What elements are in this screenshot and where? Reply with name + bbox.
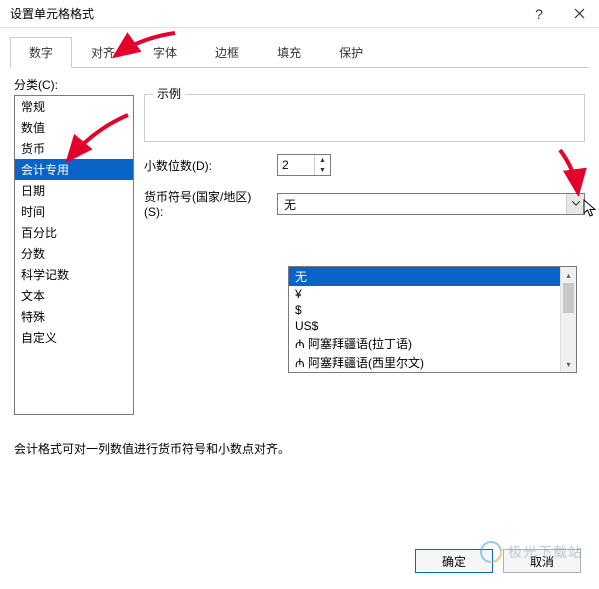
category-item-accounting[interactable]: 会计专用 [15, 159, 133, 180]
category-item-currency[interactable]: 货币 [15, 138, 133, 159]
dropdown-item-none[interactable]: 无 [289, 267, 576, 286]
category-label: 分类(C): [14, 76, 134, 93]
sample-label: 示例 [153, 85, 185, 102]
currency-symbol-combo[interactable]: 无 [277, 193, 585, 215]
close-button[interactable] [559, 0, 599, 28]
tab-bar: 数字 对齐 字体 边框 填充 保护 [10, 36, 589, 68]
close-icon [574, 8, 585, 19]
category-listbox[interactable]: 常规 数值 货币 会计专用 日期 时间 百分比 分数 科学记数 文本 特殊 自定… [14, 95, 134, 415]
format-description: 会计格式可对一列数值进行货币符号和小数点对齐。 [14, 440, 290, 457]
currency-symbol-value: 无 [278, 194, 566, 214]
dropdown-item-yen[interactable]: ¥ [289, 286, 576, 302]
category-item-fraction[interactable]: 分数 [15, 243, 133, 264]
category-item-custom[interactable]: 自定义 [15, 327, 133, 348]
decimal-spinner[interactable]: ▲ ▼ [277, 154, 331, 176]
tab-fill[interactable]: 填充 [258, 37, 320, 68]
category-item-text[interactable]: 文本 [15, 285, 133, 306]
category-item-special[interactable]: 特殊 [15, 306, 133, 327]
titlebar: 设置单元格格式 ? [0, 0, 599, 28]
watermark-logo-icon [480, 541, 502, 563]
scroll-track[interactable] [561, 283, 576, 356]
tab-border[interactable]: 边框 [196, 37, 258, 68]
category-item-time[interactable]: 时间 [15, 201, 133, 222]
currency-dropdown-list[interactable]: 无 ¥ $ US$ ₼ 阿塞拜疆语(拉丁语) ₼ 阿塞拜疆语(西里尔文) ▴ ▾ [288, 266, 577, 373]
category-item-general[interactable]: 常规 [15, 96, 133, 117]
category-item-scientific[interactable]: 科学记数 [15, 264, 133, 285]
help-button[interactable]: ? [519, 0, 559, 28]
currency-symbol-label: 货币符号(国家/地区)(S): [144, 188, 269, 219]
category-item-number[interactable]: 数值 [15, 117, 133, 138]
dropdown-item-azn-cyrillic[interactable]: ₼ 阿塞拜疆语(西里尔文) [289, 353, 576, 372]
category-item-percentage[interactable]: 百分比 [15, 222, 133, 243]
tab-font[interactable]: 字体 [134, 37, 196, 68]
scroll-down-icon[interactable]: ▾ [561, 356, 576, 372]
watermark-text: 极光下载站 [508, 542, 583, 562]
window-title: 设置单元格格式 [10, 5, 519, 22]
decimal-input[interactable] [278, 155, 314, 175]
dropdown-scrollbar[interactable]: ▴ ▾ [560, 267, 576, 372]
category-item-date[interactable]: 日期 [15, 180, 133, 201]
dropdown-item-azn-latin[interactable]: ₼ 阿塞拜疆语(拉丁语) [289, 334, 576, 353]
scroll-thumb[interactable] [563, 283, 574, 313]
sample-box: 示例 [144, 94, 585, 142]
tab-number[interactable]: 数字 [10, 37, 72, 68]
combo-dropdown-button[interactable] [566, 194, 584, 214]
tab-alignment[interactable]: 对齐 [72, 37, 134, 68]
tab-protection[interactable]: 保护 [320, 37, 382, 68]
scroll-up-icon[interactable]: ▴ [561, 267, 576, 283]
decimal-places-label: 小数位数(D): [144, 157, 269, 174]
spinner-up-icon[interactable]: ▲ [315, 155, 330, 165]
dropdown-item-dollar[interactable]: $ [289, 302, 576, 318]
watermark: 极光下载站 [480, 541, 583, 563]
spinner-down-icon[interactable]: ▼ [315, 165, 330, 175]
chevron-down-icon [572, 201, 580, 206]
tab-content: 分类(C): 常规 数值 货币 会计专用 日期 时间 百分比 分数 科学记数 文… [0, 68, 599, 423]
dropdown-item-usd[interactable]: US$ [289, 318, 576, 334]
